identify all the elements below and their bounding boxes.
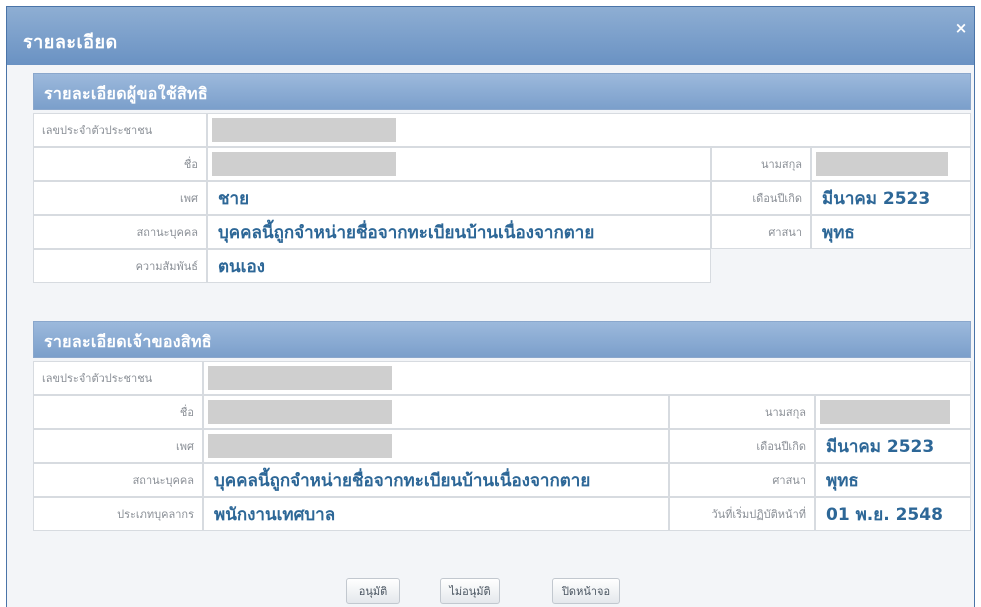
owner-citizen-id-redacted xyxy=(208,366,392,390)
requester-first-name-redacted xyxy=(212,152,396,176)
requester-citizen-id-redacted xyxy=(212,118,396,142)
owner-gender-label: เพศ xyxy=(33,429,203,463)
owner-personnel-type-label: ประเภทบุคลากร xyxy=(33,497,203,531)
requester-relation-label: ความสัมพันธ์ xyxy=(33,249,207,283)
requester-religion-label: ศาสนา xyxy=(711,215,811,249)
requester-status-label: สถานะบุคคล xyxy=(33,215,207,249)
owner-citizen-id-value xyxy=(203,361,971,395)
requester-section-header: รายละเอียดผู้ขอใช้สิทธิ xyxy=(33,73,971,110)
approve-button[interactable]: อนุมัติ xyxy=(346,578,400,604)
requester-last-name-value xyxy=(811,147,971,181)
owner-citizen-id-label: เลขประจำตัวประชาชน xyxy=(33,361,203,395)
requester-last-name-label: นามสกุล xyxy=(711,147,811,181)
owner-section: รายละเอียดเจ้าของสิทธิ เลขประจำตัวประชาช… xyxy=(33,321,971,531)
requester-section-title: รายละเอียดผู้ขอใช้สิทธิ xyxy=(44,84,208,103)
requester-relation-value: ตนเอง xyxy=(207,249,711,283)
requester-first-name-label: ชื่อ xyxy=(33,147,207,181)
requester-gender-label: เพศ xyxy=(33,181,207,215)
requester-section: รายละเอียดผู้ขอใช้สิทธิ เลขประจำตัวประชา… xyxy=(33,73,971,283)
owner-start-date-label: วันที่เริ่มปฏิบัติหน้าที่ xyxy=(669,497,815,531)
owner-last-name-value xyxy=(815,395,971,429)
requester-citizen-id-label: เลขประจำตัวประชาชน xyxy=(33,113,207,147)
requester-religion-value: พุทธ xyxy=(811,215,971,249)
owner-section-title: รายละเอียดเจ้าของสิทธิ xyxy=(44,332,212,351)
dialog-title: รายละเอียด xyxy=(23,32,118,53)
owner-personnel-type-value: พนักงานเทศบาล xyxy=(203,497,669,531)
owner-religion-value: พุทธ xyxy=(815,463,971,497)
dialog-header: รายละเอียด × xyxy=(7,7,974,65)
requester-gender-value: ชาย xyxy=(207,181,711,215)
close-screen-button[interactable]: ปิดหน้าจอ xyxy=(552,578,620,604)
owner-last-name-label: นามสกุล xyxy=(669,395,815,429)
owner-gender-value xyxy=(203,429,669,463)
requester-status-value: บุคคลนี้ถูกจำหน่ายชื่อจากทะเบียนบ้านเนื่… xyxy=(207,215,711,249)
requester-first-name-value xyxy=(207,147,711,181)
owner-first-name-redacted xyxy=(208,400,392,424)
reject-button[interactable]: ไม่อนุมัติ xyxy=(440,578,500,604)
owner-gender-redacted xyxy=(208,434,392,458)
owner-status-label: สถานะบุคคล xyxy=(33,463,203,497)
owner-start-date-value: 01 พ.ย. 2548 xyxy=(815,497,971,531)
details-dialog: รายละเอียด × รายละเอียดผู้ขอใช้สิทธิ เลข… xyxy=(6,6,975,607)
requester-citizen-id-value xyxy=(207,113,971,147)
owner-status-value: บุคคลนี้ถูกจำหน่ายชื่อจากทะเบียนบ้านเนื่… xyxy=(203,463,669,497)
owner-birth-label: เดือนปีเกิด xyxy=(669,429,815,463)
close-icon[interactable]: × xyxy=(954,21,968,36)
owner-first-name-label: ชื่อ xyxy=(33,395,203,429)
requester-last-name-redacted xyxy=(816,152,948,176)
requester-birth-value: มีนาคม 2523 xyxy=(811,181,971,215)
owner-first-name-value xyxy=(203,395,669,429)
owner-religion-label: ศาสนา xyxy=(669,463,815,497)
owner-last-name-redacted xyxy=(820,400,950,424)
owner-section-header: รายละเอียดเจ้าของสิทธิ xyxy=(33,321,971,358)
owner-birth-value: มีนาคม 2523 xyxy=(815,429,971,463)
requester-birth-label: เดือนปีเกิด xyxy=(711,181,811,215)
